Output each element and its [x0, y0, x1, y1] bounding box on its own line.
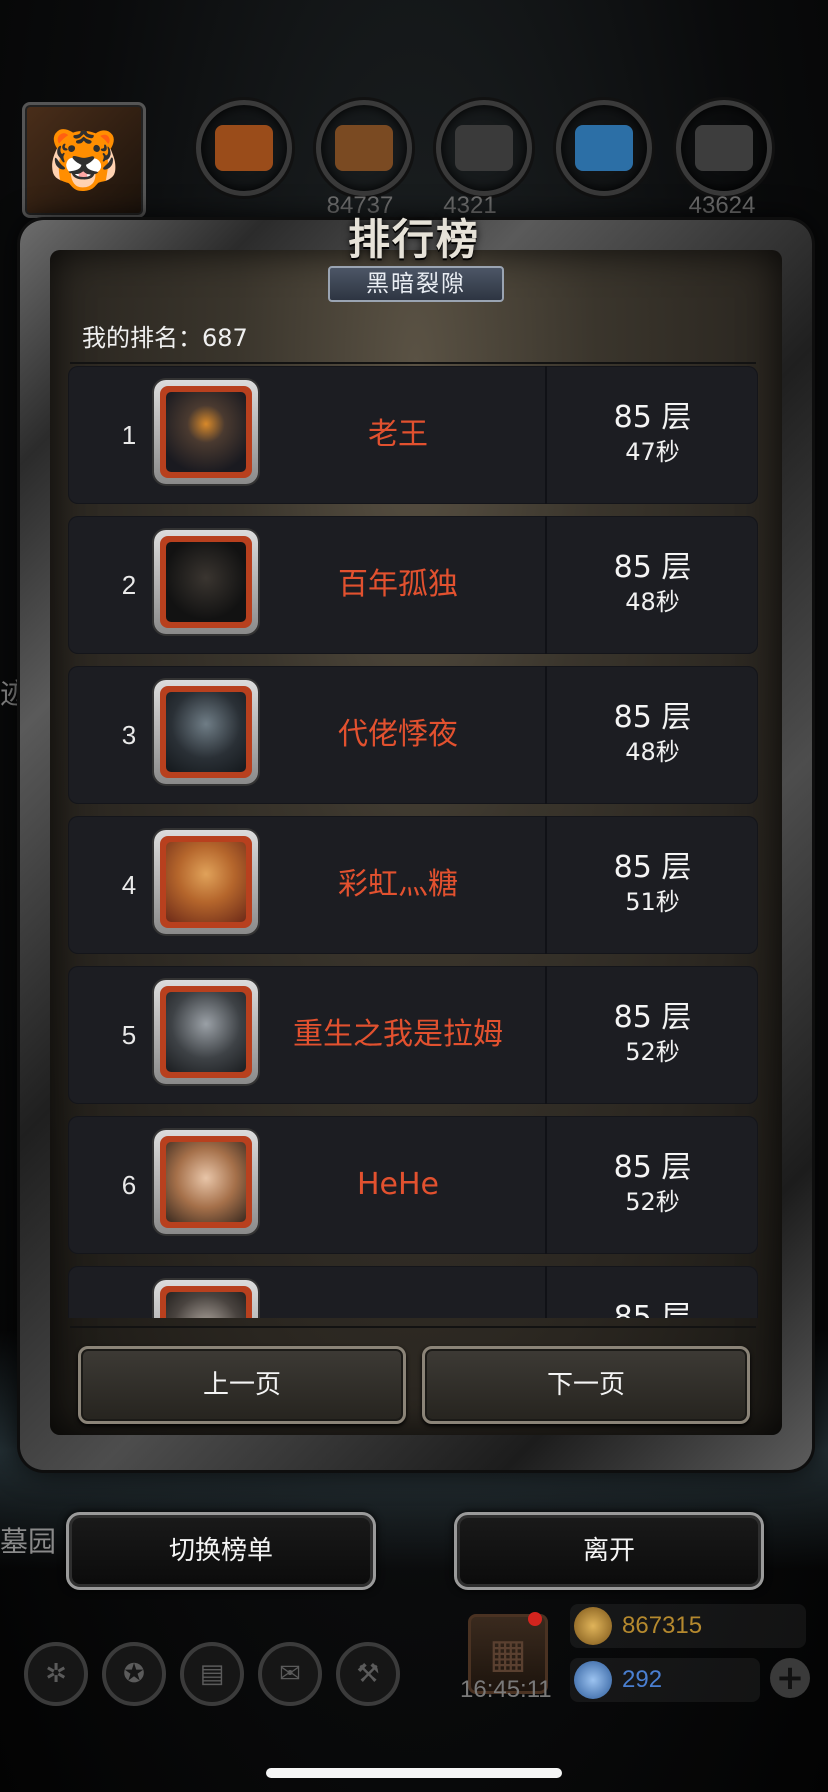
list-bottom-divider: [70, 1326, 756, 1328]
clear-time: 52秒: [625, 1038, 680, 1066]
player-avatar-frame[interactable]: [154, 530, 258, 634]
player-name: 老王: [368, 417, 428, 452]
notification-dot: [528, 1612, 542, 1626]
gem-currency[interactable]: 292: [570, 1658, 760, 1702]
mail-icon[interactable]: ✉: [258, 1642, 322, 1706]
black-panther-avatar: [166, 542, 246, 622]
floor-value: 85 层: [613, 850, 692, 885]
player-name: [258, 1266, 538, 1318]
side-label-graveyard: 墓园: [0, 1525, 57, 1558]
prev-page-button[interactable]: 上一页: [78, 1346, 406, 1424]
player-avatar[interactable]: 🐯: [22, 102, 146, 218]
tiger-icon: 🐯: [47, 125, 121, 194]
gem-icon: [574, 1661, 612, 1699]
clear-time: 52秒: [625, 1188, 680, 1216]
player-avatar-frame[interactable]: [154, 1130, 258, 1234]
rank-number: 5: [121, 1020, 137, 1050]
player-name: HeHe: [356, 1167, 440, 1202]
steel-icon[interactable]: [676, 100, 772, 196]
plank-icon[interactable]: [316, 100, 412, 196]
princess-avatar: [166, 1142, 246, 1222]
floor-value: 85 层: [613, 1300, 692, 1318]
player-name: 百年孤独: [338, 567, 458, 602]
floor-value: 85 层: [613, 700, 692, 735]
clear-time: 48秒: [625, 588, 680, 616]
gold-coin-icon: [574, 1607, 612, 1645]
rank-number: 3: [121, 720, 137, 750]
hooded-avatar: [166, 1292, 246, 1318]
floor-value: 85 层: [613, 1000, 692, 1035]
player-name: 重生之我是拉姆: [293, 1017, 503, 1052]
ranking-row[interactable]: 3 代佬悸夜 85 层 48秒: [68, 666, 758, 804]
list-top-divider: [70, 362, 756, 364]
rank-number: 2: [121, 570, 137, 600]
crystal-icon[interactable]: [556, 100, 652, 196]
game-clock: 16:45:11: [460, 1676, 552, 1703]
player-avatar-frame[interactable]: [154, 830, 258, 934]
ranking-row[interactable]: 4 彩虹灬糖 85 层 51秒: [68, 816, 758, 954]
leave-button[interactable]: 离开: [454, 1512, 764, 1590]
tentacle-beast-avatar: [166, 692, 246, 772]
resource-bar: 🐯 84737 4321 43624: [0, 100, 828, 220]
player-name: 彩虹灬糖: [338, 867, 458, 902]
rank-number: 1: [121, 420, 137, 450]
ranking-list[interactable]: 1 老王 85 层 47秒 2 百年孤独 85 层 48秒 3 代佬悸夜 85 …: [68, 366, 758, 1318]
player-avatar-frame[interactable]: [154, 380, 258, 484]
torch-cave-avatar: [166, 392, 246, 472]
silver-knight-avatar: [166, 992, 246, 1072]
home-indicator[interactable]: [266, 1768, 562, 1778]
ranking-row[interactable]: 1 老王 85 层 47秒: [68, 366, 758, 504]
hammer-icon[interactable]: ⚒: [336, 1642, 400, 1706]
ranking-row[interactable]: 2 百年孤独 85 层 48秒: [68, 516, 758, 654]
my-rank-label: 我的排名：687: [82, 324, 248, 352]
dialog-title: 排行榜: [347, 215, 480, 264]
rank-number: 6: [121, 1170, 137, 1200]
floor-value: 85 层: [613, 550, 692, 585]
add-currency-icon[interactable]: +: [770, 1658, 810, 1698]
scroll-icon[interactable]: ▤: [180, 1642, 244, 1706]
badge-icon[interactable]: ✪: [102, 1642, 166, 1706]
floor-value: 85 层: [613, 400, 692, 435]
wood-log-icon[interactable]: [196, 100, 292, 196]
clear-time: 47秒: [625, 438, 680, 466]
player-avatar-frame[interactable]: [154, 980, 258, 1084]
gold-currency[interactable]: 867315: [570, 1604, 806, 1648]
tiger-avatar: [166, 842, 246, 922]
ranking-row[interactable]: 5 重生之我是拉姆 85 层 52秒: [68, 966, 758, 1104]
board-subtitle-tab: 黑暗裂隙: [328, 266, 504, 302]
player-name: 代佬悸夜: [338, 717, 458, 752]
rank-number: 4: [121, 870, 137, 900]
player-avatar-frame[interactable]: [154, 1280, 258, 1318]
floor-value: 85 层: [613, 1150, 692, 1185]
ranking-row[interactable]: 6 HeHe 85 层 52秒: [68, 1116, 758, 1254]
clear-time: 51秒: [625, 888, 680, 916]
ranking-row[interactable]: 85 层: [68, 1266, 758, 1318]
switch-board-button[interactable]: 切换榜单: [66, 1512, 376, 1590]
clear-time: 48秒: [625, 738, 680, 766]
rank-number: [98, 1266, 160, 1318]
next-page-button[interactable]: 下一页: [422, 1346, 750, 1424]
iron-ingot-icon[interactable]: [436, 100, 532, 196]
gem-amount: 292: [622, 1666, 663, 1693]
player-avatar-frame[interactable]: [154, 680, 258, 784]
gold-amount: 867315: [622, 1612, 703, 1639]
settings-gear-icon[interactable]: ✲: [24, 1642, 88, 1706]
